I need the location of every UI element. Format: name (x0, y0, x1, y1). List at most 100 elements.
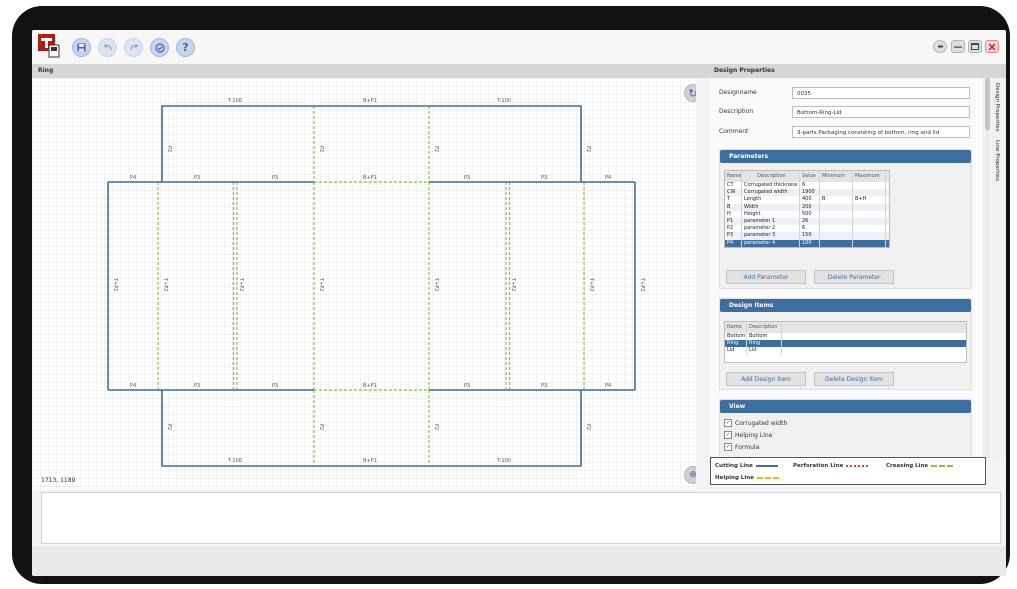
creasing-line-swatch (931, 465, 954, 467)
checkbox-label: Formula (735, 443, 760, 451)
legend-label: Creasing Line (886, 463, 929, 469)
help-icon[interactable]: ? (176, 38, 195, 57)
dim-label: T+P2 (238, 277, 244, 291)
dim-label: T+P2 (162, 277, 168, 291)
design-canvas[interactable]: T-100 B+P1 T-100 T-100 B+P1 T-100 P4 P3 … (32, 78, 696, 490)
dim-label: T+P2 (112, 277, 118, 291)
comment-field[interactable]: 3-parts Packaging consisting of bottom, … (792, 126, 970, 138)
dim-label: T+P2 (588, 277, 594, 291)
table-row[interactable]: CW Corrugated width 1900 (725, 189, 889, 197)
description-field[interactable]: Bottom-Ring-Lid (792, 106, 970, 118)
column-header[interactable]: Name (725, 322, 747, 333)
canvas-title: Ring (32, 64, 708, 78)
table-row[interactable]: P2 parameter 26 (725, 225, 889, 233)
properties-scrollbar[interactable] (985, 78, 990, 458)
dim-label: P2 (433, 424, 439, 430)
dim-label: P3 (272, 383, 278, 389)
dim-label: P2 (318, 146, 324, 152)
table-row[interactable]: P3 parameter 3 150 (725, 232, 889, 240)
dim-label: P3 (541, 175, 547, 181)
legend-label: Perforation Line (793, 463, 844, 469)
perforation-line-swatch (846, 465, 869, 467)
undo-icon[interactable] (98, 38, 117, 57)
dim-label: P2 (585, 146, 591, 152)
redo-icon[interactable] (124, 38, 143, 57)
formula-checkbox[interactable]: ✓ Formula (724, 443, 759, 451)
legend-cutting: Cutting Line (715, 463, 778, 469)
delete-parameter-button[interactable]: Delete Parameter (814, 270, 894, 284)
fit-view-icon[interactable]: ⊕ (684, 466, 696, 484)
table-row[interactable]: Bottom Bottom (725, 333, 966, 341)
table-row[interactable]: T Length 400 B B+H (725, 196, 889, 204)
design-properties-panel: Designname 0035 Description Bottom-Ring-… (710, 78, 982, 456)
delete-design-item-button[interactable]: Delete Design Item (814, 372, 894, 386)
checkbox-label: Corrugated width (735, 419, 788, 427)
designname-label: Designname (719, 89, 757, 96)
cutting-line-swatch (755, 465, 778, 467)
column-header[interactable]: Description (747, 322, 782, 333)
dim-label: P3 (194, 383, 200, 389)
dim-label: T+P2 (318, 277, 324, 291)
add-design-item-button[interactable]: Add Design Item (726, 372, 806, 386)
dim-label: P4 (605, 383, 611, 389)
dim-label: T+P2 (510, 277, 516, 291)
pin-icon[interactable] (933, 40, 947, 53)
status-strip (32, 546, 1006, 576)
design-properties-title: Design Properties (708, 64, 1006, 78)
corrugated-width-checkbox[interactable]: ✓ Corrugated width (724, 419, 787, 427)
app-logo-icon[interactable] (38, 34, 60, 58)
checkbox-label: Helping Line (735, 431, 773, 439)
add-parameter-button[interactable]: Add Parameter (726, 270, 806, 284)
table-row[interactable]: H Height 500 (725, 210, 889, 218)
toolbar: ? (32, 30, 1006, 65)
minimize-icon[interactable] (951, 40, 965, 53)
view-header[interactable]: View (720, 400, 971, 413)
cursor-coordinates: 1713, 1189 (41, 477, 76, 484)
column-header[interactable]: Maximum (853, 171, 886, 182)
checkbox-box[interactable]: ✓ (724, 419, 732, 427)
cutting-lines (107, 105, 636, 467)
checkbox-box[interactable]: ✓ (724, 431, 732, 439)
table-row[interactable]: P1 parameter 1 26 (725, 217, 889, 226)
tab-design-properties[interactable]: Design Properties (994, 83, 1000, 132)
refresh-icon[interactable]: ↻ (684, 84, 696, 102)
scrollbar-thumb[interactable] (985, 78, 990, 130)
column-header[interactable]: Description (742, 171, 800, 182)
dim-label: P3 (464, 383, 470, 389)
design-items-section: Design Items Name Description Bottom Bott… (719, 298, 972, 390)
legend-perforation: Perforation Line (793, 463, 869, 469)
dim-label: T-100 (496, 98, 511, 104)
save-icon[interactable] (72, 38, 91, 57)
side-tabs: Design Properties Line Properties (992, 78, 1006, 458)
helping-line-checkbox[interactable]: ✓ Helping Line (724, 431, 772, 439)
dim-label: P3 (272, 175, 278, 181)
dim-label: P2 (433, 146, 439, 152)
check-icon[interactable] (150, 38, 169, 57)
dim-label: T-100 (227, 98, 242, 104)
checkbox-box[interactable]: ✓ (724, 443, 732, 451)
legend-label: Cutting Line (715, 463, 753, 469)
table-row[interactable]: Lid Lid (725, 347, 966, 355)
view-section: View ✓ Corrugated width ✓ Helping Line ✓ Fo… (719, 399, 972, 456)
table-row-selected[interactable]: P4 parameter 4 100 (725, 239, 889, 247)
dim-label: P4 (130, 175, 136, 181)
dim-label: P2 (166, 146, 172, 152)
legend-creasing: Creasing Line (886, 463, 954, 469)
close-icon[interactable] (985, 40, 999, 53)
parameters-section: Parameters Name Description Value Minimu… (719, 149, 972, 289)
dim-label: B+P1 (363, 98, 377, 104)
maximize-icon[interactable] (968, 40, 982, 53)
description-label: Description (719, 108, 754, 115)
table-row[interactable]: CT Corrugated thickness 6 (725, 182, 889, 190)
output-panel (41, 492, 1001, 544)
table-row-selected[interactable]: Ring Ring (725, 340, 966, 348)
table-row[interactable]: B Width 200 (725, 203, 889, 211)
dim-label: P3 (194, 175, 200, 181)
design-items-header[interactable]: Design Items (720, 299, 971, 312)
designname-field[interactable]: 0035 (792, 87, 970, 99)
column-header[interactable]: Minimum (820, 171, 853, 182)
column-header[interactable]: Value (800, 171, 820, 182)
column-header[interactable]: Name (725, 171, 742, 182)
tab-line-properties[interactable]: Line Properties (994, 140, 1000, 181)
parameters-header[interactable]: Parameters (720, 150, 971, 163)
